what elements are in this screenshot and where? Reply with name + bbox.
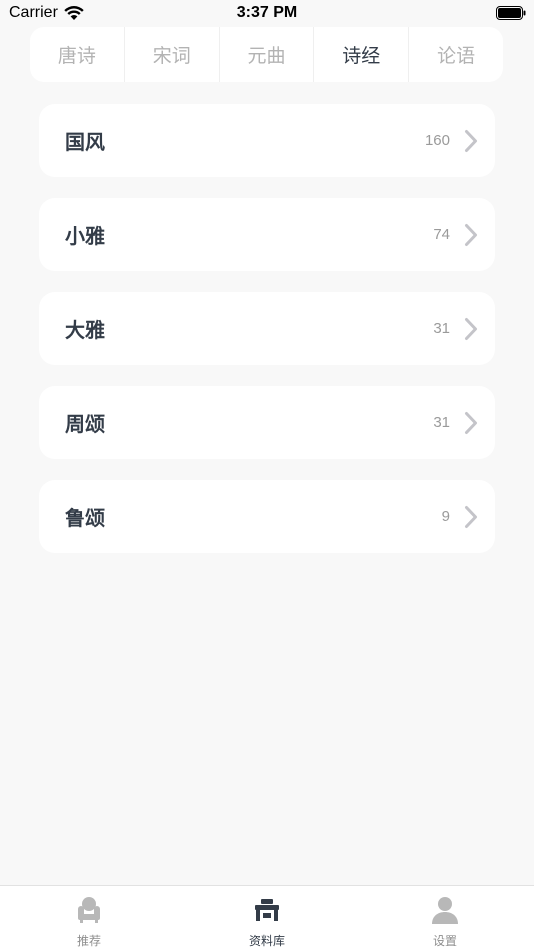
chevron-right-icon [465,129,477,152]
tabbar-library[interactable]: 资料库 [178,886,356,950]
chevron-right-icon [465,411,477,434]
tab-tang-poems[interactable]: 唐诗 [30,27,125,82]
tabbar-label: 资料库 [248,934,285,948]
category-count: 160 [424,132,450,149]
desk-icon [255,899,279,921]
category-title: 国风 [65,130,105,154]
tab-lunyu[interactable]: 论语 [409,27,503,82]
chevron-right-icon [465,317,477,340]
category-daya[interactable]: 大雅 31 [39,292,495,365]
tabbar-label: 推荐 [76,934,101,948]
clock: 3:37 PM [236,4,298,21]
category-count: 9 [441,508,450,525]
chevron-right-icon [465,223,477,246]
tabbar-recommend[interactable]: 推荐 [0,886,178,950]
tabbar-label: 设置 [432,934,457,948]
category-count: 31 [433,320,450,337]
category-zhousong[interactable]: 周颂 31 [39,386,495,459]
battery-icon [496,6,526,20]
category-count: 74 [433,226,450,243]
tab-shijing[interactable]: 诗经 [314,27,410,82]
category-lusong[interactable]: 鲁颂 9 [39,480,495,553]
category-title: 小雅 [65,224,105,248]
collection-tabs: 唐诗 宋词 元曲 诗经 论语 [30,27,503,82]
chevron-right-icon [465,505,477,528]
category-title: 鲁颂 [65,506,105,530]
tab-bar: 推荐 资料库 设置 [0,885,534,950]
screen: Carrier 3:37 PM 唐诗 宋词 元曲 诗经 论语 国风 160 小雅… [0,0,534,950]
armchair-icon [78,897,100,923]
category-title: 周颂 [65,412,105,436]
category-xiaoya[interactable]: 小雅 74 [39,198,495,271]
tabbar-settings[interactable]: 设置 [356,886,534,950]
person-icon [432,897,458,924]
category-title: 大雅 [65,318,105,342]
tab-song-ci[interactable]: 宋词 [125,27,220,82]
tab-yuan-qu[interactable]: 元曲 [220,27,315,82]
category-list: 国风 160 小雅 74 大雅 31 周颂 31 鲁颂 9 [39,104,495,574]
status-bar: Carrier 3:37 PM [0,0,534,28]
category-count: 31 [433,414,450,431]
category-guofeng[interactable]: 国风 160 [39,104,495,177]
